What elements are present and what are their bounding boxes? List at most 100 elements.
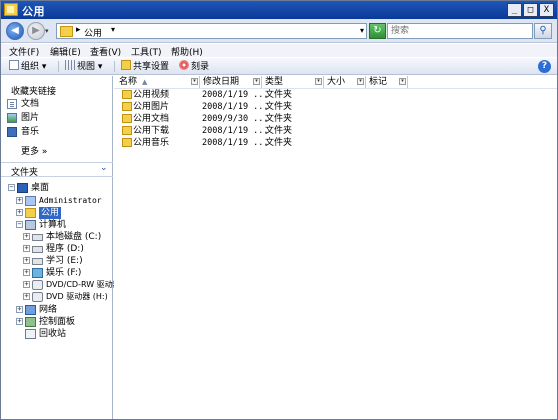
menu-view[interactable]: 查看(V)	[90, 45, 121, 58]
breadcrumb-separator-icon[interactable]: ▸	[76, 25, 81, 35]
column-label: 修改日期	[203, 77, 240, 87]
column-label: 大小	[327, 77, 346, 87]
forward-button[interactable]: ▶	[27, 22, 45, 40]
search-icon[interactable]: ⚲	[534, 23, 552, 39]
tree-label: 网络	[39, 305, 58, 315]
dvd-drive-icon	[32, 280, 43, 290]
menu-file[interactable]: 文件(F)	[9, 45, 39, 58]
share-label: 共享设置	[133, 62, 170, 72]
navigation-pane: 收藏夹链接 文档 图片 音乐 更多 » 文件夹 ⌄ − 桌面 + Adminis…	[1, 76, 121, 419]
title-bar[interactable]: 公用 _ □ X	[1, 1, 557, 19]
tree-label: DVD/CD-RW 驱动器	[46, 280, 121, 289]
collapse-icon[interactable]: −	[8, 184, 15, 191]
hard-drive-icon	[32, 234, 43, 241]
music-icon	[7, 127, 17, 137]
maximize-button[interactable]: □	[523, 3, 538, 17]
tree-label: Administrator	[39, 196, 102, 205]
favorite-label: 文档	[21, 99, 40, 109]
expand-icon[interactable]: +	[16, 306, 23, 313]
column-filter-dropdown-icon[interactable]: ▾	[315, 78, 322, 85]
expand-icon[interactable]: +	[23, 269, 30, 276]
organize-label: 组织 ▾	[21, 62, 47, 72]
column-label: 标记	[369, 77, 388, 87]
favorite-label: 图片	[21, 113, 40, 123]
refresh-button[interactable]: ↻	[369, 23, 386, 39]
search-box[interactable]	[387, 23, 533, 39]
expand-icon[interactable]: +	[16, 209, 23, 216]
collapse-icon[interactable]: −	[16, 221, 23, 228]
column-header-date[interactable]: 修改日期 ▾	[200, 76, 262, 88]
address-row: ◀ ▶ ▾ ▸ 公用 ▾ ▾ ↻ ⚲	[1, 19, 557, 43]
folders-header[interactable]: 文件夹 ⌄	[1, 163, 113, 178]
expand-icon[interactable]: +	[23, 233, 30, 240]
address-dropdown-icon[interactable]: ▾	[360, 26, 364, 35]
tree-label: DVD 驱动器 (H:)	[46, 292, 108, 301]
expand-icon[interactable]: +	[16, 318, 23, 325]
breadcrumb-public[interactable]: 公用	[84, 26, 102, 39]
file-type: 文件夹	[265, 126, 293, 136]
chevron-down-icon[interactable]: ⌄	[100, 163, 108, 173]
views-button[interactable]: 视图 ▾	[65, 60, 102, 73]
folder-icon	[4, 3, 18, 16]
file-row[interactable]: 公用文档 2009/9/30 ... 文件夹	[114, 113, 557, 125]
column-header-name[interactable]: 名称 ▲ ▾	[116, 76, 200, 88]
help-icon[interactable]: ?	[538, 60, 551, 73]
file-date: 2008/1/19 ...	[202, 90, 269, 100]
column-header-tags[interactable]: 标记 ▾	[366, 76, 408, 88]
file-list-pane: 名称 ▲ ▾ 修改日期 ▾ 类型 ▾ 大小 ▾ 标记 ▾ 公用视频 2008/1…	[114, 76, 557, 419]
expand-icon[interactable]: +	[23, 293, 30, 300]
burn-button[interactable]: 刻录	[179, 60, 209, 73]
folder-icon	[122, 102, 132, 111]
menu-help[interactable]: 帮助(H)	[171, 45, 203, 58]
menu-edit[interactable]: 编辑(E)	[50, 45, 81, 58]
column-filter-dropdown-icon[interactable]: ▾	[399, 78, 406, 85]
folder-icon	[122, 114, 132, 123]
address-bar[interactable]: ▸ 公用 ▾ ▾	[56, 23, 367, 39]
network-icon	[25, 305, 36, 315]
pictures-icon	[7, 113, 17, 123]
folder-icon	[122, 126, 132, 135]
views-icon	[65, 60, 75, 70]
column-filter-dropdown-icon[interactable]: ▾	[357, 78, 364, 85]
share-settings-button[interactable]: 共享设置	[121, 60, 169, 73]
command-toolbar: 组织 ▾ 视图 ▾ 共享设置 刻录 ?	[1, 58, 557, 75]
organize-button[interactable]: 组织 ▾	[9, 60, 46, 73]
file-name: 公用视频	[133, 90, 170, 100]
tree-label: 控制面板	[39, 317, 76, 327]
file-row[interactable]: 公用视频 2008/1/19 ... 文件夹	[114, 89, 557, 101]
file-type: 文件夹	[265, 90, 293, 100]
minimize-button[interactable]: _	[507, 3, 522, 17]
file-type: 文件夹	[265, 114, 293, 124]
expand-icon[interactable]: +	[23, 281, 30, 288]
window-title: 公用	[22, 5, 45, 18]
file-row[interactable]: 公用下载 2008/1/19 ... 文件夹	[114, 125, 557, 137]
computer-icon	[25, 220, 36, 230]
column-filter-dropdown-icon[interactable]: ▾	[253, 78, 260, 85]
expand-icon[interactable]: +	[23, 257, 30, 264]
document-icon	[7, 99, 17, 109]
file-row[interactable]: 公用图片 2008/1/19 ... 文件夹	[114, 101, 557, 113]
more-links[interactable]: 更多 »	[21, 144, 47, 157]
toolbar-divider	[58, 61, 59, 72]
column-label: 名称	[119, 77, 138, 87]
control-panel-icon	[25, 317, 36, 327]
menu-tools[interactable]: 工具(T)	[131, 45, 162, 58]
column-header-size[interactable]: 大小 ▾	[324, 76, 366, 88]
column-filter-dropdown-icon[interactable]: ▾	[191, 78, 198, 85]
search-input[interactable]	[388, 24, 518, 38]
hard-drive-icon	[32, 258, 43, 265]
file-row[interactable]: 公用音乐 2008/1/19 ... 文件夹	[114, 137, 557, 149]
breadcrumb-arrow-icon[interactable]: ▾	[111, 25, 115, 34]
file-name: 公用下载	[133, 126, 170, 136]
expand-icon[interactable]: +	[16, 197, 23, 204]
history-dropdown-icon[interactable]: ▾	[45, 27, 53, 35]
back-button[interactable]: ◀	[6, 22, 24, 40]
explorer-window: 公用 _ □ X ◀ ▶ ▾ ▸ 公用 ▾ ▾ ↻ ⚲ 文件(F) 编辑(E) …	[0, 0, 558, 420]
share-icon	[121, 60, 131, 70]
expand-icon[interactable]: +	[23, 245, 30, 252]
folder-icon	[60, 26, 73, 37]
close-button[interactable]: X	[539, 3, 554, 17]
column-label: 类型	[265, 77, 284, 87]
tree-label: 计算机	[39, 220, 67, 230]
column-header-type[interactable]: 类型 ▾	[262, 76, 324, 88]
